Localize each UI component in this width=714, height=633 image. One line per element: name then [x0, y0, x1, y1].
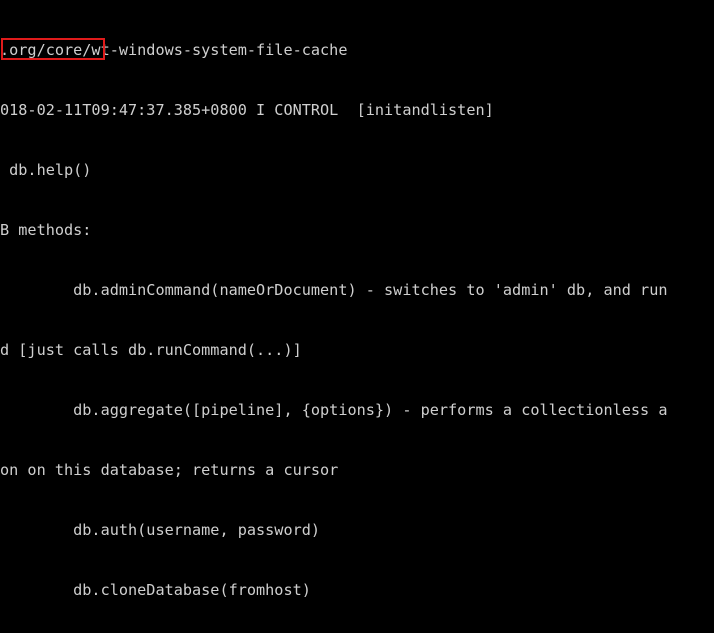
terminal-line-command[interactable]: db.help(): [0, 160, 714, 180]
terminal-line: d [just calls db.runCommand(...)]: [0, 341, 302, 359]
terminal-line: db.aggregate([pipeline], {options}) - pe…: [0, 401, 668, 419]
terminal-line-heading: B methods:: [0, 221, 92, 239]
terminal-line: db.cloneDatabase(fromhost): [0, 581, 311, 599]
terminal-line: on on this database; returns a cursor: [0, 461, 339, 479]
terminal-line: db.auth(username, password): [0, 521, 321, 539]
terminal-window[interactable]: .org/core/wt-windows-system-file-cache 0…: [0, 0, 714, 633]
terminal-line: db.adminCommand(nameOrDocument) - switch…: [0, 281, 668, 299]
terminal-line: .org/core/wt-windows-system-file-cache: [0, 41, 348, 59]
terminal-line-log-entry: 018-02-11T09:47:37.385+0800 I CONTROL [i…: [0, 101, 494, 119]
terminal-output[interactable]: .org/core/wt-windows-system-file-cache 0…: [0, 0, 714, 633]
